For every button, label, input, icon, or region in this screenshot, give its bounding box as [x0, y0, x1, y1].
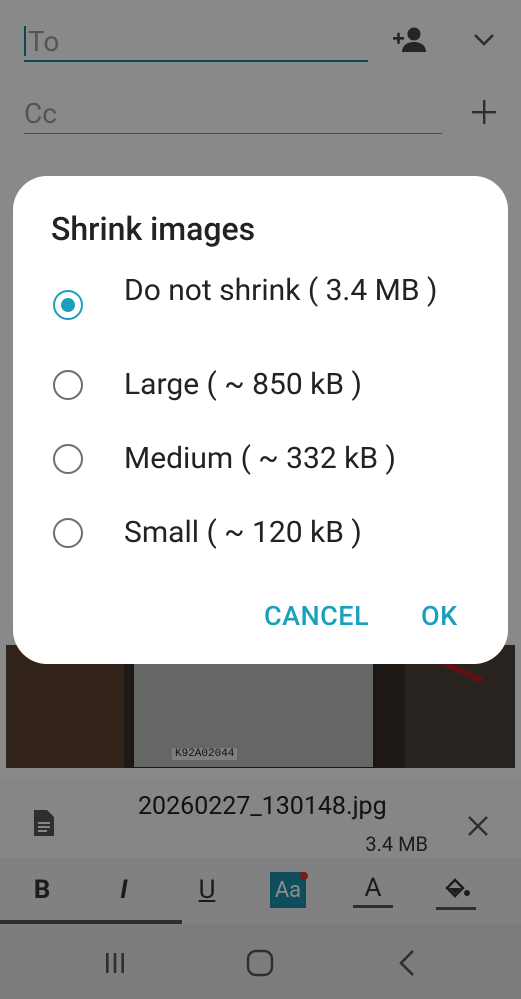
- dialog-title: Shrink images: [51, 210, 256, 248]
- option-label: Medium ( ~ 332 kB ): [124, 441, 396, 476]
- option-label: Large ( ~ 850 kB ): [124, 367, 362, 402]
- shrink-images-dialog: Shrink images Do not shrink ( 3.4 MB ) L…: [13, 176, 508, 664]
- radio-button[interactable]: [53, 518, 83, 548]
- option-large[interactable]: Large ( ~ 850 kB ): [13, 366, 508, 406]
- option-small[interactable]: Small ( ~ 120 kB ): [13, 514, 508, 554]
- ok-button[interactable]: OK: [421, 600, 458, 632]
- option-label: Small ( ~ 120 kB ): [124, 515, 362, 550]
- radio-button[interactable]: [53, 370, 83, 400]
- option-label: Do not shrink ( 3.4 MB ): [124, 273, 438, 308]
- option-medium[interactable]: Medium ( ~ 332 kB ): [13, 440, 508, 480]
- radio-button-checked[interactable]: [53, 290, 83, 320]
- option-do-not-shrink[interactable]: Do not shrink ( 3.4 MB ): [13, 272, 508, 350]
- cancel-button[interactable]: CANCEL: [264, 600, 369, 632]
- radio-button[interactable]: [53, 444, 83, 474]
